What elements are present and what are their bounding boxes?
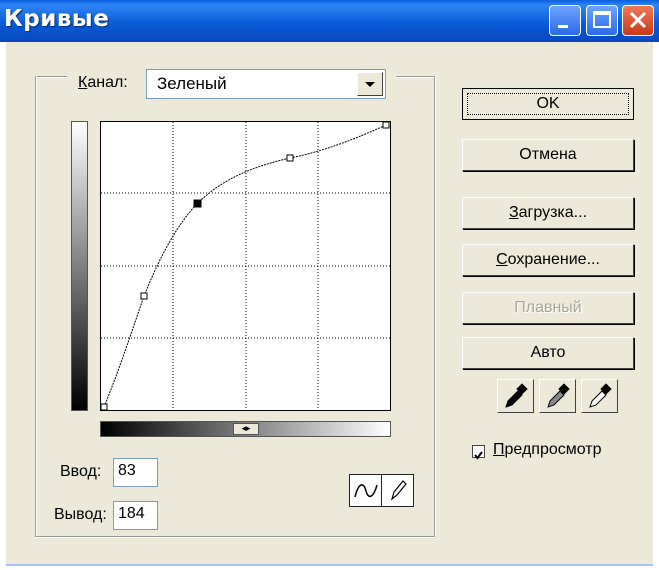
curve-point-end[interactable] bbox=[382, 121, 390, 129]
pencil-mode-button[interactable] bbox=[381, 474, 414, 507]
groupbox-bottom bbox=[35, 536, 435, 538]
title-bar[interactable]: Кривые bbox=[0, 0, 659, 42]
eyedropper-black-icon bbox=[505, 383, 528, 408]
maximize-icon bbox=[593, 11, 611, 28]
black-point-eyedropper-button[interactable] bbox=[497, 379, 534, 413]
preview-label-accel: П bbox=[493, 441, 505, 458]
eyedropper-white-icon bbox=[589, 383, 612, 408]
curve-tool-icon bbox=[354, 484, 378, 498]
channel-label-rest: анал: bbox=[87, 74, 128, 91]
curve-point-selected[interactable] bbox=[193, 199, 202, 208]
gradient-toggle-handle[interactable]: ◂▸ bbox=[233, 423, 259, 435]
ok-button[interactable]: OK bbox=[462, 88, 634, 120]
curve-mode-button[interactable] bbox=[349, 474, 382, 507]
maximize-button[interactable] bbox=[586, 5, 618, 36]
groupbox-left-edge bbox=[35, 76, 37, 536]
minimize-button[interactable] bbox=[549, 5, 581, 36]
auto-button[interactable]: Авто bbox=[462, 337, 634, 369]
eyedropper-gray-icon bbox=[547, 383, 570, 408]
channel-label: Канал: bbox=[78, 74, 128, 92]
preview-label-rest: редпросмотр bbox=[504, 441, 602, 458]
channel-select-value: Зеленый bbox=[157, 74, 227, 93]
preview-label[interactable]: Предпросмотр bbox=[493, 441, 602, 459]
groupbox-top-right bbox=[396, 76, 434, 78]
save-button-accel: С bbox=[496, 251, 508, 268]
close-button[interactable] bbox=[622, 5, 654, 36]
input-value-field[interactable]: 83 bbox=[113, 458, 158, 487]
curve-point-start[interactable] bbox=[100, 403, 108, 411]
input-label: Ввод: bbox=[60, 463, 102, 480]
curve-point[interactable] bbox=[140, 292, 148, 300]
focus-rect bbox=[467, 93, 629, 115]
curve-point[interactable] bbox=[286, 154, 294, 162]
chevron-down-icon bbox=[365, 82, 375, 87]
dropdown-arrow-button[interactable] bbox=[357, 72, 383, 96]
smooth-button[interactable]: Плавный bbox=[462, 292, 634, 324]
white-point-eyedropper-button[interactable] bbox=[581, 379, 618, 413]
gray-point-eyedropper-button[interactable] bbox=[539, 379, 576, 413]
minimize-icon bbox=[558, 25, 568, 28]
channel-select[interactable]: Зеленый bbox=[146, 69, 386, 99]
save-button-label: охранение... bbox=[507, 251, 600, 268]
dialog-bottom-edge bbox=[6, 564, 653, 566]
window-title: Кривые bbox=[4, 6, 110, 32]
load-button-label: агрузка... bbox=[518, 204, 588, 221]
load-button-accel: З bbox=[508, 204, 519, 221]
preview-checkbox[interactable] bbox=[472, 445, 485, 460]
close-icon bbox=[629, 11, 647, 29]
curves-graph[interactable] bbox=[100, 121, 392, 412]
checkmark-icon bbox=[474, 451, 483, 460]
output-gradient-bar bbox=[71, 121, 88, 411]
pencil-icon bbox=[390, 480, 407, 501]
channel-label-accel: К bbox=[78, 74, 88, 91]
output-value-field[interactable]: 184 bbox=[113, 501, 158, 530]
save-button[interactable]: Сохранение... bbox=[462, 244, 634, 276]
groupbox-top-left bbox=[35, 76, 67, 78]
output-label: Вывод: bbox=[54, 506, 107, 523]
cancel-button[interactable]: Отмена bbox=[462, 139, 634, 171]
groupbox-right-edge bbox=[434, 76, 436, 536]
load-button[interactable]: Загрузка... bbox=[462, 197, 634, 229]
